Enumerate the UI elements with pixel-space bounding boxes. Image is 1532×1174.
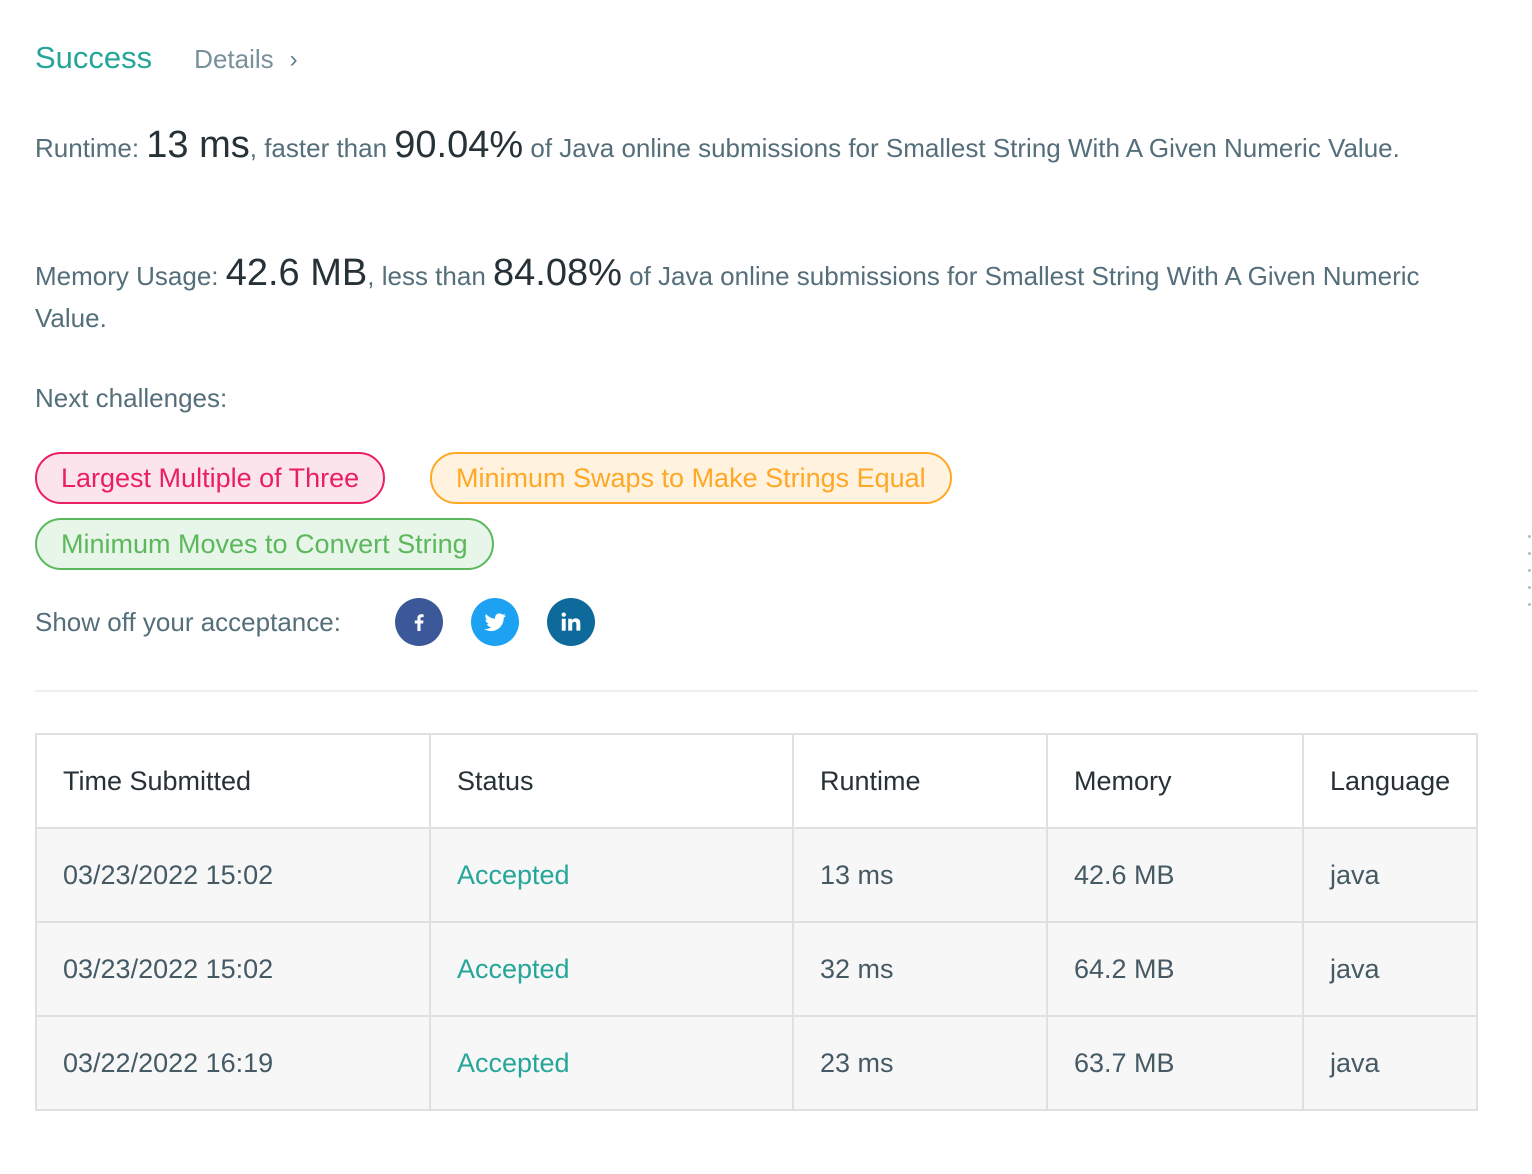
- cell-runtime: 13 ms: [792, 827, 1048, 923]
- share-label: Show off your acceptance:: [35, 606, 341, 637]
- section-divider: [35, 690, 1478, 692]
- details-label: Details: [194, 44, 274, 74]
- cell-time: 03/23/2022 15:02: [35, 921, 431, 1017]
- cell-time: 03/23/2022 15:02: [35, 827, 431, 923]
- column-header-time: Time Submitted: [35, 733, 431, 829]
- cell-memory: 63.7 MB: [1046, 1015, 1304, 1111]
- column-header-memory: Memory: [1046, 733, 1304, 829]
- runtime-value: 13 ms: [146, 124, 250, 166]
- handle-dot: [1528, 603, 1531, 606]
- cell-language: java: [1302, 827, 1478, 923]
- cell-status-link[interactable]: Accepted: [429, 827, 794, 923]
- memory-mid: , less than: [367, 261, 493, 291]
- table-header-row: Time Submitted Status Runtime Memory Lan…: [35, 733, 1478, 829]
- next-challenges-label: Next challenges:: [35, 383, 228, 413]
- memory-summary: Memory Usage: 42.6 MB, less than 84.08% …: [35, 252, 1475, 339]
- share-section: Show off your acceptance:: [35, 598, 595, 646]
- cell-language: java: [1302, 1015, 1478, 1111]
- table-row: 03/22/2022 16:19 Accepted 23 ms 63.7 MB …: [35, 1015, 1478, 1111]
- challenge-chip-largest-multiple-of-three[interactable]: Largest Multiple of Three: [35, 452, 386, 504]
- status-success: Success: [35, 40, 153, 75]
- memory-percent: 84.08%: [493, 252, 622, 294]
- runtime-percent: 90.04%: [394, 124, 524, 166]
- memory-label: Memory Usage:: [35, 261, 226, 291]
- challenge-chip-minimum-swaps[interactable]: Minimum Swaps to Make Strings Equal: [430, 452, 952, 504]
- linkedin-icon[interactable]: [546, 598, 595, 646]
- cell-runtime: 23 ms: [792, 1015, 1048, 1111]
- column-header-language: Language: [1302, 733, 1478, 829]
- cell-memory: 64.2 MB: [1046, 921, 1304, 1017]
- cell-memory: 42.6 MB: [1046, 827, 1304, 923]
- result-header: Success Details ›: [35, 40, 298, 76]
- column-header-status: Status: [429, 733, 794, 829]
- runtime-label: Runtime:: [35, 133, 147, 163]
- submissions-table: Time Submitted Status Runtime Memory Lan…: [35, 733, 1478, 1111]
- cell-time: 03/22/2022 16:19: [35, 1015, 431, 1111]
- chevron-right-icon: ›: [289, 45, 298, 73]
- cell-status-link[interactable]: Accepted: [429, 921, 794, 1017]
- challenge-chip-minimum-moves[interactable]: Minimum Moves to Convert String: [35, 518, 494, 570]
- facebook-icon[interactable]: [394, 598, 443, 646]
- cell-language: java: [1302, 921, 1478, 1017]
- handle-dot: [1528, 586, 1531, 589]
- column-header-runtime: Runtime: [792, 733, 1048, 829]
- cell-status-link[interactable]: Accepted: [429, 1015, 794, 1111]
- runtime-summary: Runtime: 13 ms, faster than 90.04% of Ja…: [35, 124, 1475, 169]
- memory-value: 42.6 MB: [225, 252, 368, 294]
- submission-result-page: Success Details › Runtime: 13 ms, faster…: [0, 0, 1532, 1174]
- handle-dot: [1528, 552, 1531, 555]
- details-link[interactable]: Details ›: [194, 44, 297, 75]
- runtime-tail: of Java online submissions for Smallest …: [523, 133, 1400, 163]
- handle-dot: [1528, 569, 1531, 572]
- twitter-icon[interactable]: [470, 598, 519, 646]
- handle-dot: [1528, 535, 1531, 538]
- table-row: 03/23/2022 15:02 Accepted 13 ms 42.6 MB …: [35, 827, 1478, 923]
- cell-runtime: 32 ms: [792, 921, 1048, 1017]
- table-row: 03/23/2022 15:02 Accepted 32 ms 64.2 MB …: [35, 921, 1478, 1017]
- runtime-mid: , faster than: [249, 133, 395, 163]
- resize-handle[interactable]: [1526, 535, 1532, 621]
